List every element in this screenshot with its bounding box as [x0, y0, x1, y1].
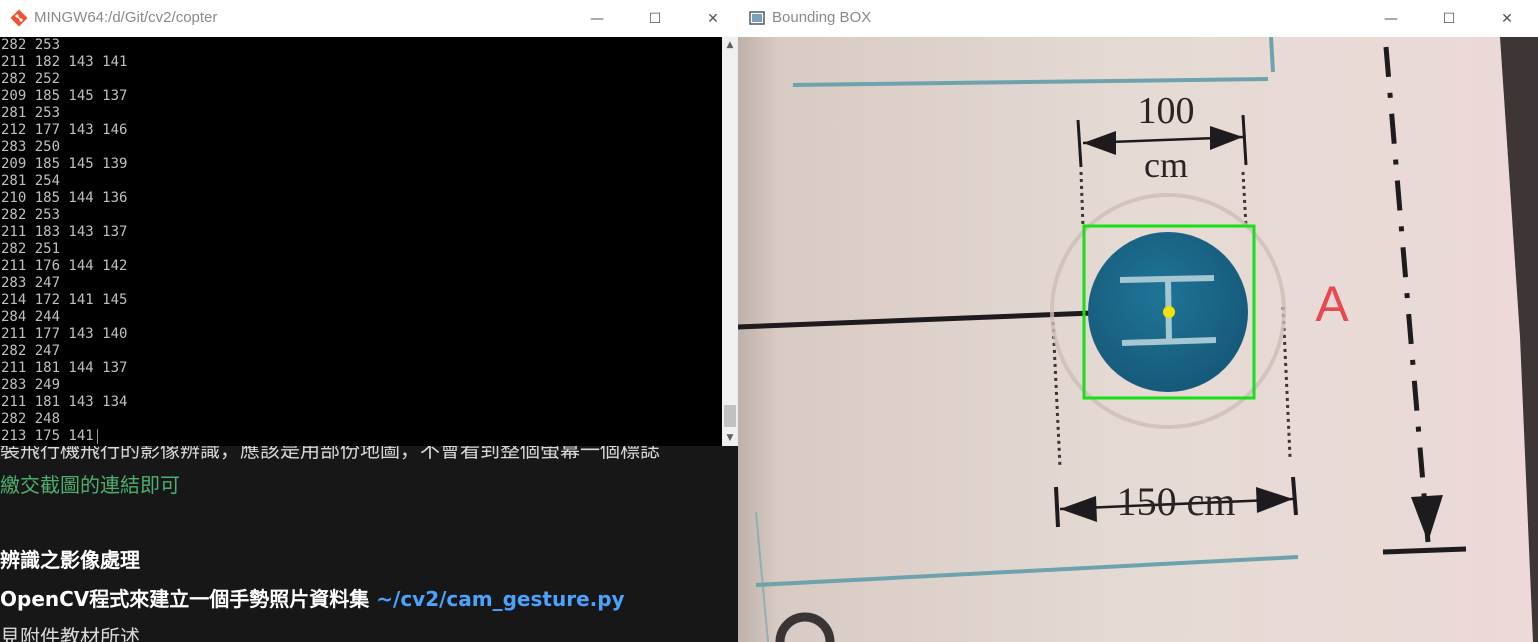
- scrollbar-thumb[interactable]: [724, 405, 736, 427]
- marker-label: A: [1315, 276, 1349, 332]
- doc-text-cut: 裝飛行機飛行的影像辨識，應該是用部份地圖，不會看到整個螢幕一個標誌: [0, 446, 660, 462]
- terminal-line: 212 177 143 146: [1, 122, 128, 138]
- terminal-line: 283 249: [1, 377, 61, 393]
- terminal-window[interactable]: MINGW64:/d/Git/cv2/copter — ☐ ✕ 282 253 2…: [0, 0, 738, 446]
- terminal-title: MINGW64:/d/Git/cv2/copter: [34, 9, 218, 26]
- close-icon: ✕: [1501, 10, 1513, 27]
- terminal-line: 210 185 144 136: [1, 190, 128, 206]
- top-dim-value: 100: [1138, 90, 1195, 132]
- minimize-icon: —: [590, 10, 604, 27]
- camera-frame: 100 cm A 150 cm: [738, 37, 1538, 642]
- terminal-line: 282 248: [1, 411, 61, 427]
- terminal-line: 282 252: [1, 71, 61, 87]
- minimize-button[interactable]: —: [568, 0, 626, 37]
- terminal-titlebar[interactable]: MINGW64:/d/Git/cv2/copter — ☐ ✕: [0, 0, 738, 37]
- center-point: [1163, 306, 1175, 318]
- bottom-dim-label: 150 cm: [1117, 479, 1236, 524]
- background-document: 裝飛行機飛行的影像辨識，應該是用部份地圖，不會看到整個螢幕一個標誌 繳交截圖的連…: [0, 446, 738, 642]
- top-dim-unit: cm: [1144, 145, 1188, 185]
- bounding-box-window[interactable]: Bounding BOX — ☐ ✕ 100 cm A 150 cm: [738, 0, 1538, 642]
- terminal-line: 282 253: [1, 207, 61, 223]
- terminal-line: 281 254: [1, 173, 61, 189]
- terminal-output[interactable]: 282 253 211 182 143 141 282 252 209 185 145…: [0, 37, 722, 446]
- terminal-line: 283 247: [1, 275, 61, 291]
- terminal-line: 282 247: [1, 343, 61, 359]
- close-icon: ✕: [707, 10, 719, 27]
- terminal-cursor: [96, 428, 98, 444]
- terminal-line: 282 253: [1, 37, 61, 53]
- terminal-line: 211 183 143 137: [1, 224, 128, 240]
- terminal-scrollbar[interactable]: ▲ ▼: [722, 37, 738, 446]
- scroll-down-icon[interactable]: ▼: [722, 430, 738, 446]
- doc-code-link[interactable]: ~/cv2/cam_gesture.py: [376, 587, 624, 611]
- bbox-titlebar[interactable]: Bounding BOX — ☐ ✕: [738, 0, 1538, 37]
- terminal-line: 211 176 144 142: [1, 258, 128, 274]
- minimize-button[interactable]: —: [1362, 0, 1420, 37]
- terminal-line: 211 182 143 141: [1, 54, 128, 70]
- terminal-line: 281 253: [1, 105, 61, 121]
- maximize-icon: ☐: [648, 10, 662, 27]
- terminal-line: 209 185 145 137: [1, 88, 128, 104]
- terminal-line: 211 181 144 137: [1, 360, 128, 376]
- terminal-line: 282 251: [1, 241, 61, 257]
- bbox-title: Bounding BOX: [772, 9, 872, 26]
- close-button[interactable]: ✕: [1478, 0, 1536, 37]
- terminal-line: 211 177 143 140: [1, 326, 128, 342]
- terminal-line: 213 175 141: [0, 428, 722, 445]
- scroll-up-icon[interactable]: ▲: [722, 37, 738, 53]
- terminal-line: 211 181 143 134: [1, 394, 128, 410]
- maximize-button[interactable]: ☐: [1420, 0, 1478, 37]
- opencv-window-icon: [749, 11, 765, 25]
- doc-heading: 辨識之影像處理: [0, 548, 140, 572]
- terminal-line: 209 185 145 139: [1, 156, 128, 172]
- git-icon: [10, 9, 28, 27]
- maximize-icon: ☐: [1442, 10, 1456, 27]
- terminal-line: 284 244: [1, 309, 61, 325]
- doc-text-green: 繳交截圖的連結即可: [0, 473, 180, 497]
- close-button[interactable]: ✕: [684, 0, 742, 37]
- minimize-icon: —: [1384, 10, 1398, 27]
- doc-text-plain: 見附件教材所述: [0, 625, 140, 642]
- terminal-line: 283 250: [1, 139, 61, 155]
- terminal-line: 214 172 141 145: [1, 292, 128, 308]
- doc-heading-text: OpenCV程式來建立一個手勢照片資料集: [0, 587, 377, 611]
- maximize-button[interactable]: ☐: [626, 0, 684, 37]
- doc-heading-code: OpenCV程式來建立一個手勢照片資料集 ~/cv2/cam_gesture.p…: [0, 583, 625, 612]
